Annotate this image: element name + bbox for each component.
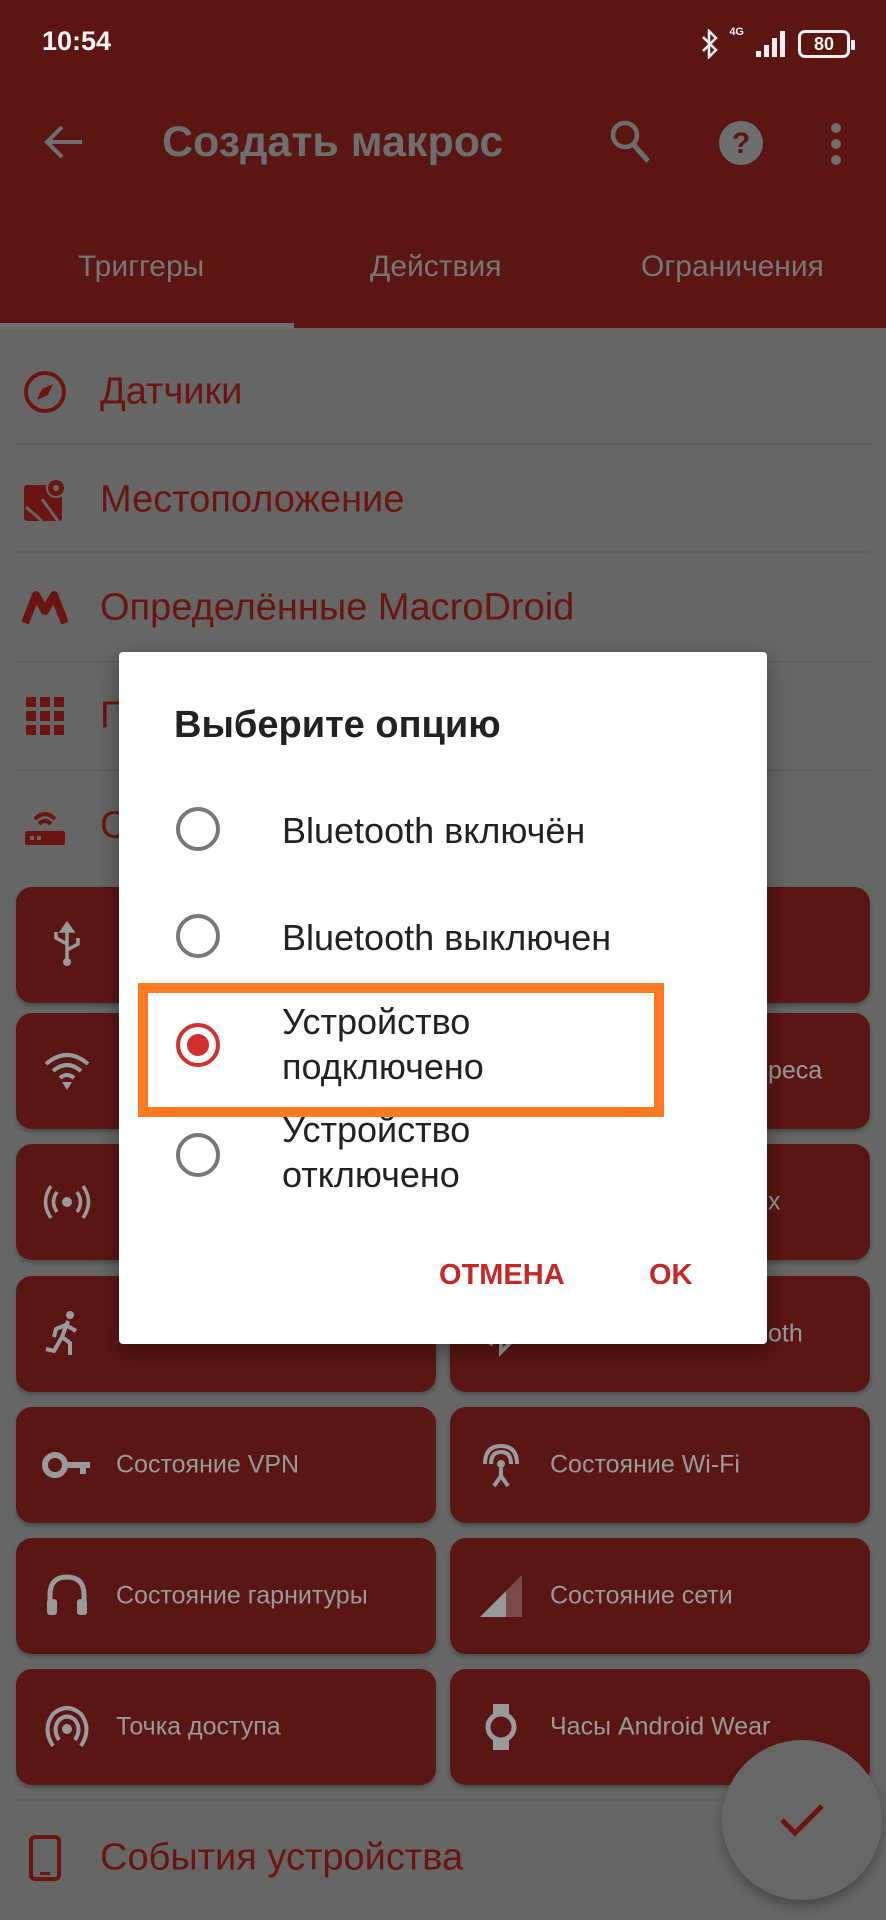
card-label: Состояние гарнитуры: [116, 1581, 368, 1610]
tab-actions[interactable]: Действия: [370, 250, 501, 284]
trigger-card[interactable]: Состояние гарнитуры: [16, 1538, 436, 1654]
category-macrodroid[interactable]: Определённые MacroDroid: [0, 554, 886, 662]
radio-button[interactable]: [176, 807, 220, 851]
status-icons: 4G 80: [701, 26, 855, 62]
trigger-card[interactable]: Состояние сети: [450, 1538, 870, 1654]
category-label: Определённые MacroDroid: [100, 586, 575, 629]
card-label: Точка доступа: [116, 1712, 281, 1741]
key-icon: [42, 1452, 90, 1478]
battery-icon: 80: [798, 30, 855, 58]
search-icon[interactable]: [608, 118, 652, 164]
map-pin-icon: [24, 478, 66, 523]
help-icon[interactable]: ?: [718, 120, 764, 166]
signal-icon: [480, 1575, 522, 1617]
card-label: х: [768, 1187, 781, 1216]
usb-icon: [54, 920, 80, 966]
card-label: реса: [768, 1056, 823, 1085]
more-vert-icon[interactable]: [828, 122, 844, 166]
hotspot-icon: [45, 1706, 89, 1748]
status-time: 10:54: [42, 26, 112, 56]
tab-constraints[interactable]: Ограничения: [641, 250, 824, 284]
page-title: Создать макрос: [162, 118, 504, 166]
card-label: oth: [768, 1319, 803, 1348]
divider: [16, 551, 870, 553]
trigger-card[interactable]: Точка доступа: [16, 1669, 436, 1785]
grid-icon: [26, 697, 64, 735]
cancel-button[interactable]: ОТМЕНА: [439, 1259, 565, 1292]
macrodroid-logo-icon: [22, 591, 68, 625]
option-label: Bluetooth включён: [282, 810, 586, 851]
highlight-box: [138, 983, 664, 1117]
card-label: Состояние Wi-Fi: [550, 1450, 740, 1479]
confirm-fab[interactable]: [722, 1740, 882, 1900]
option-bluetooth-on[interactable]: Bluetooth включён: [119, 792, 767, 872]
phone-icon: [29, 1835, 61, 1881]
tab-indicator: [0, 323, 294, 329]
card-label: Часы Android Wear: [550, 1712, 771, 1741]
check-icon: [780, 1804, 824, 1837]
svg-text:?: ?: [732, 127, 750, 160]
category-location[interactable]: Местоположение: [0, 446, 886, 554]
option-label: отключено: [282, 1154, 460, 1195]
dialog-title: Выберите опцию: [174, 704, 501, 746]
category-sensors[interactable]: Датчики: [0, 338, 886, 446]
category-label: Датчики: [100, 370, 243, 413]
watch-icon: [485, 1704, 517, 1750]
divider: [16, 443, 870, 445]
ok-button[interactable]: OK: [649, 1259, 693, 1292]
broadcast-icon: [43, 1185, 91, 1219]
bluetooth-icon: [702, 29, 719, 59]
wifi-icon: [44, 1053, 90, 1090]
wifi-tower-icon: [483, 1443, 519, 1488]
option-device-disconnected[interactable]: Устройство отключено: [119, 1107, 767, 1207]
headset-icon: [47, 1574, 87, 1615]
radio-button[interactable]: [176, 1133, 220, 1177]
card-label: Состояние VPN: [116, 1450, 300, 1479]
compass-icon: [24, 371, 66, 413]
radio-button[interactable]: [176, 914, 220, 958]
arrow-back-icon[interactable]: [44, 124, 84, 160]
trigger-card[interactable]: Состояние VPN: [16, 1407, 436, 1523]
card-label: Состояние сети: [550, 1581, 733, 1610]
trigger-card[interactable]: Состояние Wi-Fi: [450, 1407, 870, 1523]
option-label: Bluetooth выключен: [282, 917, 612, 958]
category-label: Местоположение: [100, 478, 405, 521]
category-label: События устройства: [100, 1836, 464, 1879]
network-type: 4G: [729, 26, 744, 38]
option-bluetooth-off[interactable]: Bluetooth выключен: [119, 897, 767, 977]
router-icon: [25, 812, 65, 845]
signal-icon: [756, 31, 785, 57]
run-icon: [45, 1311, 78, 1355]
tab-triggers[interactable]: Триггеры: [78, 250, 204, 284]
